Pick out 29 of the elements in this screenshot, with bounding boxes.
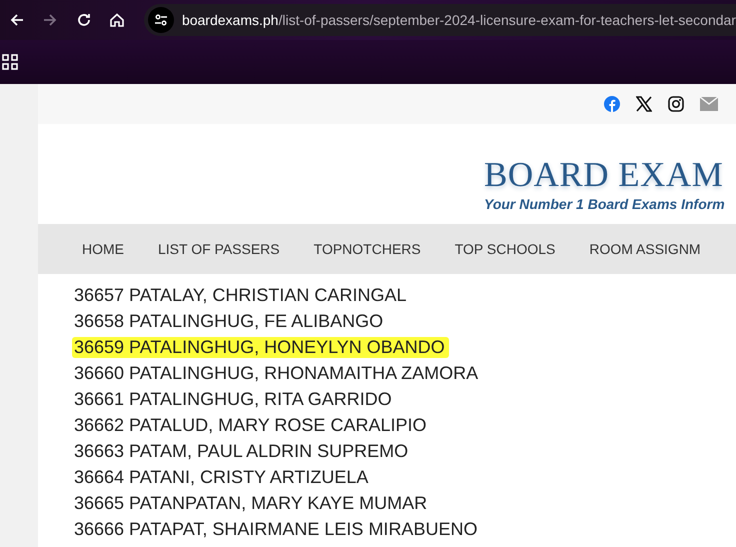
passer-name: 36658 PATALINGHUG, FE ALIBANGO — [73, 310, 384, 332]
apps-grid-icon[interactable] — [2, 54, 18, 70]
forward-arrow-icon[interactable] — [42, 12, 58, 28]
passer-name: 36662 PATALUD, MARY ROSE CARALIPIO — [73, 414, 428, 436]
passer-name: 36663 PATAM, PAUL ALDRIN SUPREMO — [73, 440, 410, 462]
facebook-icon[interactable] — [604, 96, 620, 112]
back-arrow-icon[interactable] — [8, 12, 25, 28]
url-text: boardexams.ph/list-of-passers/september-2024-licensure-exam-for-teachers-let-secondar — [182, 12, 736, 28]
passer-name: 36665 PATANPATAN, MARY KAYE MUMAR — [73, 492, 428, 514]
passer-name: 36664 PATANI, CRISTY ARTIZUELA — [73, 466, 370, 488]
mail-icon[interactable] — [700, 97, 718, 111]
instagram-icon[interactable] — [668, 96, 684, 112]
logo-tagline: Your Number 1 Board Exams Inform — [484, 196, 726, 212]
passer-name: 36660 PATALINGHUG, RHONAMAITHA ZAMORA — [73, 362, 480, 384]
nav-link[interactable]: TOPNOTCHERS — [314, 241, 421, 257]
logo-title: BOARD EXAM — [484, 156, 724, 192]
reload-icon[interactable] — [76, 12, 92, 28]
x-logo-icon[interactable] — [636, 96, 652, 112]
nav-link[interactable]: TOP SCHOOLS — [454, 241, 556, 257]
highlighted-passer-name: 36659 PATALINGHUG, HONEYLYN OBANDO — [72, 336, 449, 358]
passer-name: 36666 PATAPAT, SHAIRMANE LEIS MIRABUENO — [73, 518, 478, 540]
nav-link[interactable]: ROOM ASSIGNM — [589, 241, 701, 257]
passer-name: 36661 PATALINGHUG, RITA GARRIDO — [73, 388, 393, 410]
nav-link[interactable]: HOME — [82, 241, 124, 257]
home-icon[interactable] — [109, 12, 126, 28]
address-bar[interactable]: boardexams.ph/list-of-passers/september-2024-licensure-exam-for-teachers-let-secondar — [144, 4, 736, 36]
passer-name: 36657 PATALAY, CHRISTIAN CARINGAL — [73, 284, 408, 306]
site-settings-icon[interactable] — [148, 7, 174, 33]
nav-link[interactable]: LIST OF PASSERS — [158, 241, 280, 257]
